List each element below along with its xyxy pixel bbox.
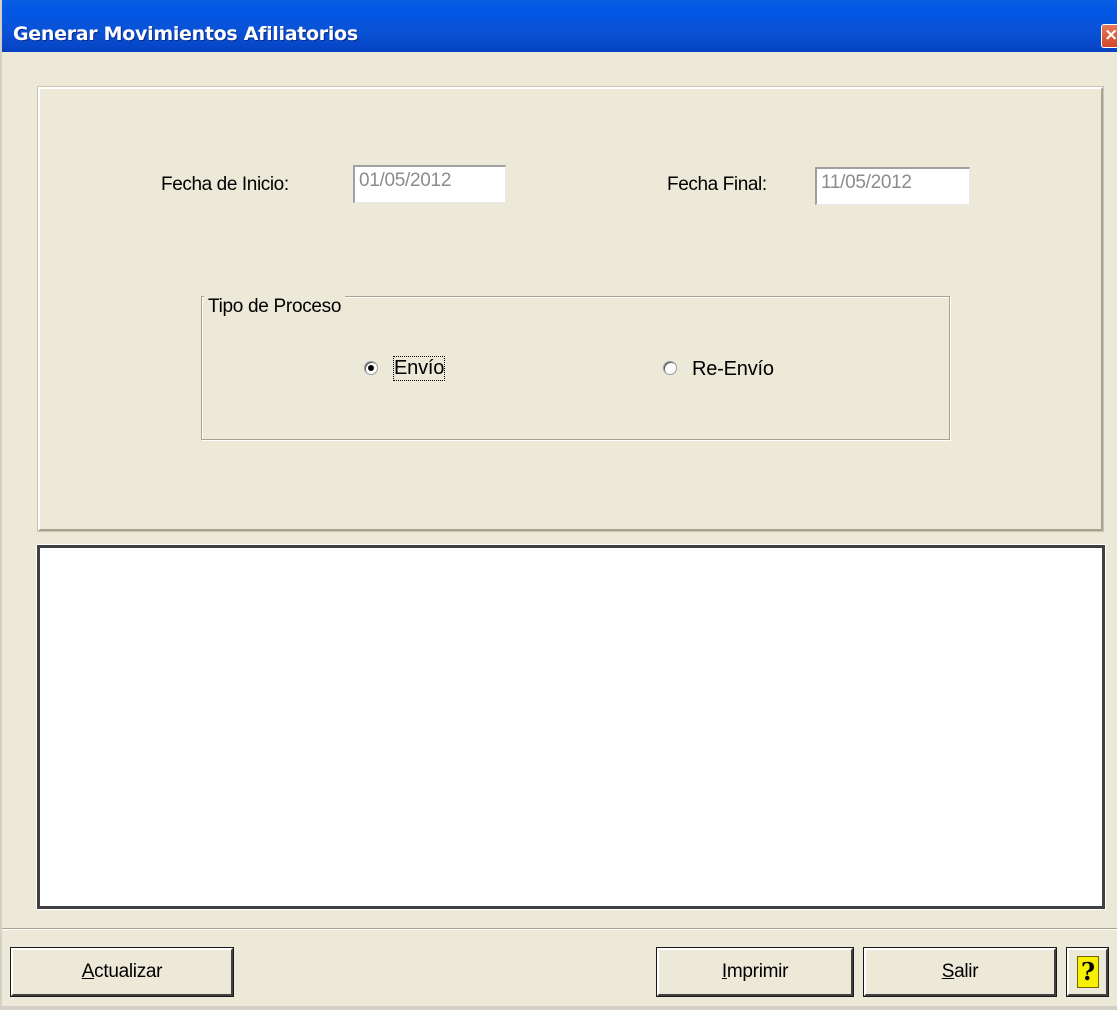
process-type-legend: Tipo de Proceso [204, 296, 346, 318]
close-button[interactable]: × [1101, 24, 1117, 48]
envio-radio-label[interactable]: Envío [392, 356, 446, 381]
refresh-button[interactable]: Actualizar [11, 948, 233, 996]
start-date-label: Fecha de Inicio: [161, 174, 289, 195]
radio-selected-dot [368, 365, 374, 371]
reenvio-radio-label[interactable]: Re-Envío [692, 358, 774, 381]
reenvio-radio[interactable] [663, 361, 677, 375]
footer-divider [2, 928, 1117, 930]
close-icon: × [1104, 25, 1117, 45]
window-title: Generar Movimientos Afiliatorios [13, 23, 358, 45]
print-button[interactable]: Imprimir [657, 948, 853, 996]
help-icon: ? [1077, 956, 1099, 988]
exit-button[interactable]: Salir [864, 948, 1056, 996]
title-bar[interactable]: Generar Movimientos Afiliatorios × [2, 0, 1117, 52]
window-bottom-border [2, 1006, 1117, 1010]
refresh-access-key: A [81, 961, 95, 982]
exit-access-key: S [941, 961, 955, 982]
results-list[interactable] [36, 544, 1106, 910]
end-date-field[interactable]: 11/05/2012 [815, 167, 970, 205]
refresh-label: ctualizar [94, 961, 163, 982]
start-date-field[interactable]: 01/05/2012 [353, 165, 506, 203]
end-date-label: Fecha Final: [667, 174, 767, 195]
main-window: Generar Movimientos Afiliatorios × Fecha… [0, 0, 1117, 1010]
print-label: mprimir [726, 961, 789, 982]
envio-radio[interactable] [364, 361, 378, 375]
exit-label: alir [954, 961, 979, 982]
help-button[interactable]: ? [1067, 948, 1108, 996]
